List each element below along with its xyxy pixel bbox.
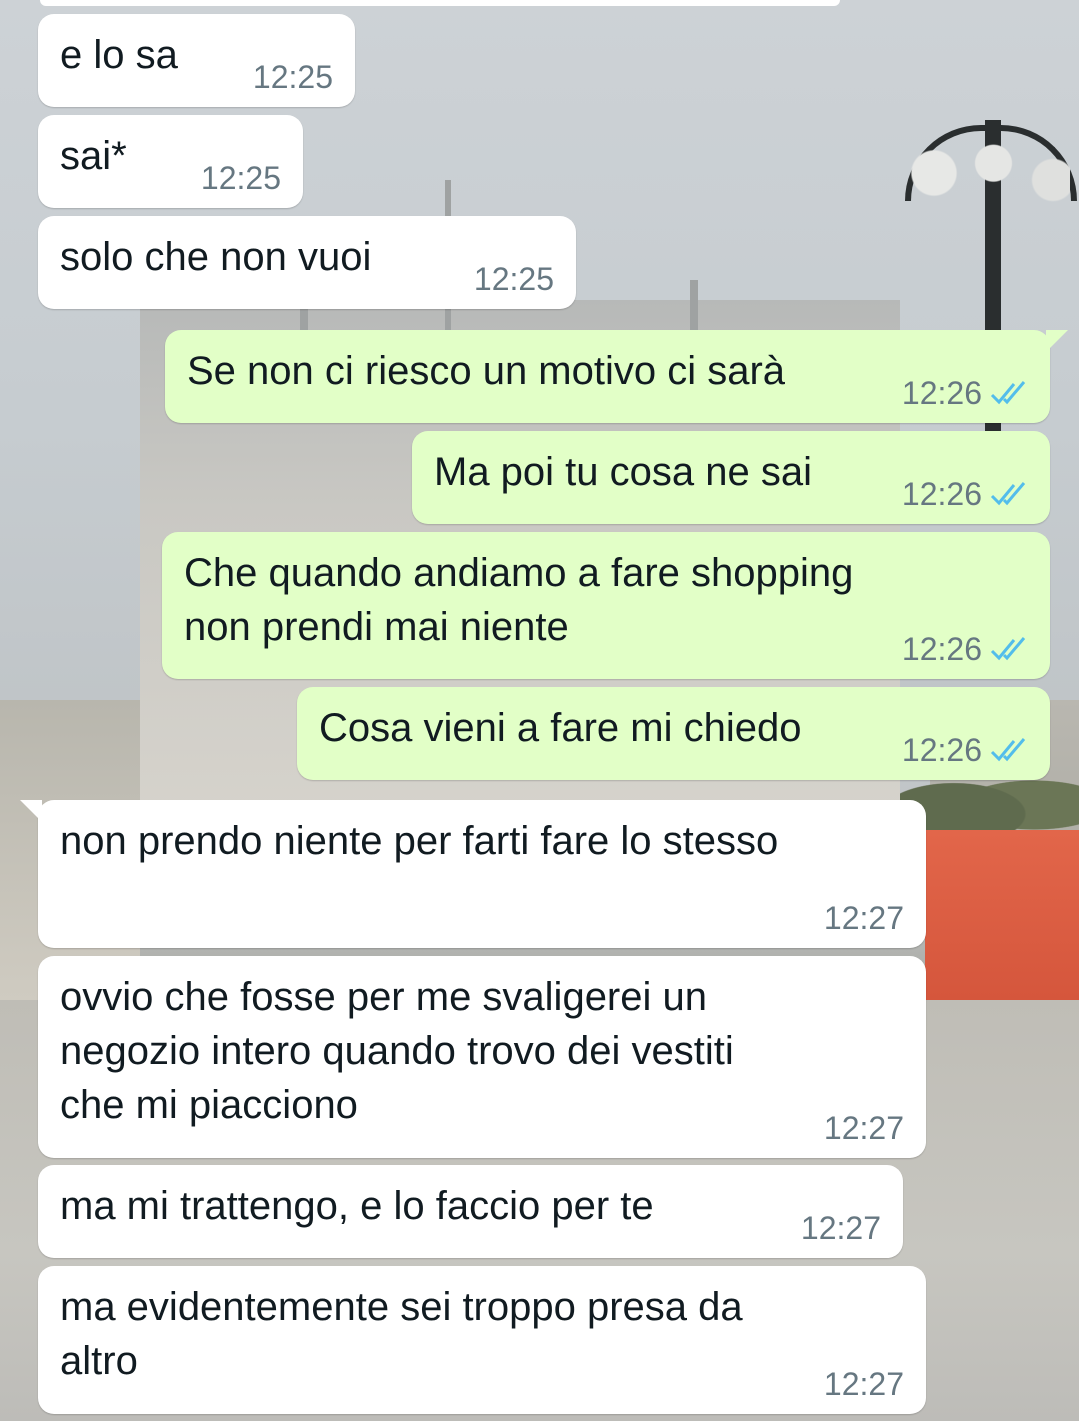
message-bubble-incoming[interactable]: e lo sa 12:25 bbox=[38, 14, 355, 107]
message-time: 12:25 bbox=[473, 261, 554, 297]
message-time: 12:26 bbox=[901, 375, 982, 411]
message-time: 12:26 bbox=[901, 631, 982, 667]
message-bubble-outgoing[interactable]: Che quando andiamo a fare shopping non p… bbox=[162, 532, 1050, 679]
message-time: 12:27 bbox=[823, 900, 904, 936]
message-meta: 12:27 bbox=[824, 900, 904, 936]
message-bubble-incoming[interactable]: sai* 12:25 bbox=[38, 115, 303, 208]
double-check-read-icon bbox=[990, 481, 1030, 507]
message-time: 12:26 bbox=[901, 732, 982, 768]
message-meta: 12:27 bbox=[824, 1110, 904, 1146]
message-bubble-outgoing[interactable]: Ma poi tu cosa ne sai 12:26 bbox=[412, 431, 1050, 524]
message-text: non prendo niente per farti fare lo stes… bbox=[60, 819, 779, 863]
message-bubble-incoming[interactable]: non prendo niente per farti fare lo stes… bbox=[20, 800, 926, 948]
message-bubble-incoming[interactable]: solo che non vuoi 12:25 bbox=[38, 216, 576, 309]
bubble-tail bbox=[20, 800, 42, 822]
message-meta: 12:25 bbox=[474, 261, 554, 297]
double-check-read-icon bbox=[990, 737, 1030, 763]
message-time: 12:27 bbox=[800, 1210, 881, 1246]
message-meta: 12:27 bbox=[801, 1210, 881, 1246]
message-time: 12:26 bbox=[901, 476, 982, 512]
message-meta: 12:25 bbox=[201, 160, 281, 196]
message-meta: 12:26 bbox=[902, 375, 1030, 411]
message-time: 12:27 bbox=[823, 1366, 904, 1402]
message-time: 12:25 bbox=[200, 160, 281, 196]
bubble-tail bbox=[1046, 330, 1068, 352]
message-meta: 12:26 bbox=[902, 732, 1030, 768]
double-check-read-icon bbox=[990, 636, 1030, 662]
message-meta: 12:26 bbox=[902, 631, 1030, 667]
message-text: ovvio che fosse per me svaligerei un neg… bbox=[60, 975, 734, 1127]
message-meta: 12:25 bbox=[253, 59, 333, 95]
message-text: ma evidentemente sei troppo presa da alt… bbox=[60, 1285, 743, 1383]
message-meta: 12:26 bbox=[902, 476, 1030, 512]
previous-message-edge bbox=[40, 0, 840, 6]
message-meta: 12:27 bbox=[824, 1366, 904, 1402]
message-time: 12:25 bbox=[252, 59, 333, 95]
message-text: ma mi trattengo, e lo faccio per te bbox=[60, 1184, 654, 1228]
double-check-read-icon bbox=[990, 380, 1030, 406]
message-time: 12:27 bbox=[823, 1110, 904, 1146]
message-bubble-incoming[interactable]: ma mi trattengo, e lo faccio per te 12:2… bbox=[38, 1165, 903, 1258]
message-bubble-incoming[interactable]: ovvio che fosse per me svaligerei un neg… bbox=[38, 956, 926, 1158]
message-bubble-outgoing[interactable]: Cosa vieni a fare mi chiedo 12:26 bbox=[297, 687, 1050, 780]
message-bubble-outgoing[interactable]: Se non ci riesco un motivo ci sarà 12:26 bbox=[165, 330, 1068, 423]
message-bubble-incoming[interactable]: ma evidentemente sei troppo presa da alt… bbox=[38, 1266, 926, 1414]
chat-message-list[interactable]: e lo sa 12:25 sai* 12:25 solo che non vu… bbox=[0, 0, 1079, 1421]
